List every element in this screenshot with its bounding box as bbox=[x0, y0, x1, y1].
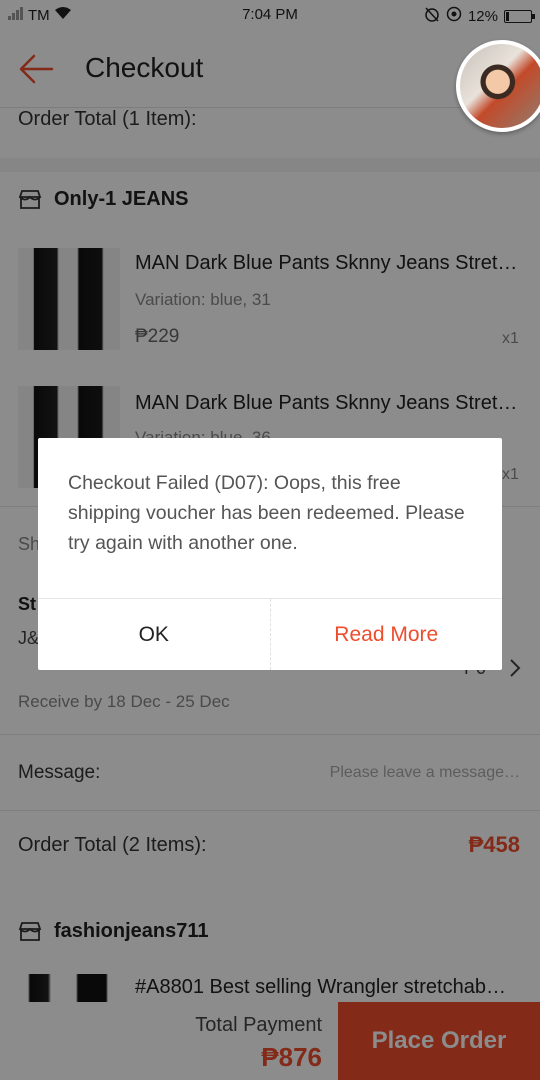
floating-chat-avatar[interactable] bbox=[456, 40, 540, 132]
read-more-button[interactable]: Read More bbox=[271, 599, 503, 670]
dialog-actions: OK Read More bbox=[38, 598, 502, 670]
ok-button[interactable]: OK bbox=[38, 599, 271, 670]
dialog-message: Checkout Failed (D07): Oops, this free s… bbox=[68, 472, 465, 554]
checkout-failed-dialog: Checkout Failed (D07): Oops, this free s… bbox=[38, 438, 502, 670]
